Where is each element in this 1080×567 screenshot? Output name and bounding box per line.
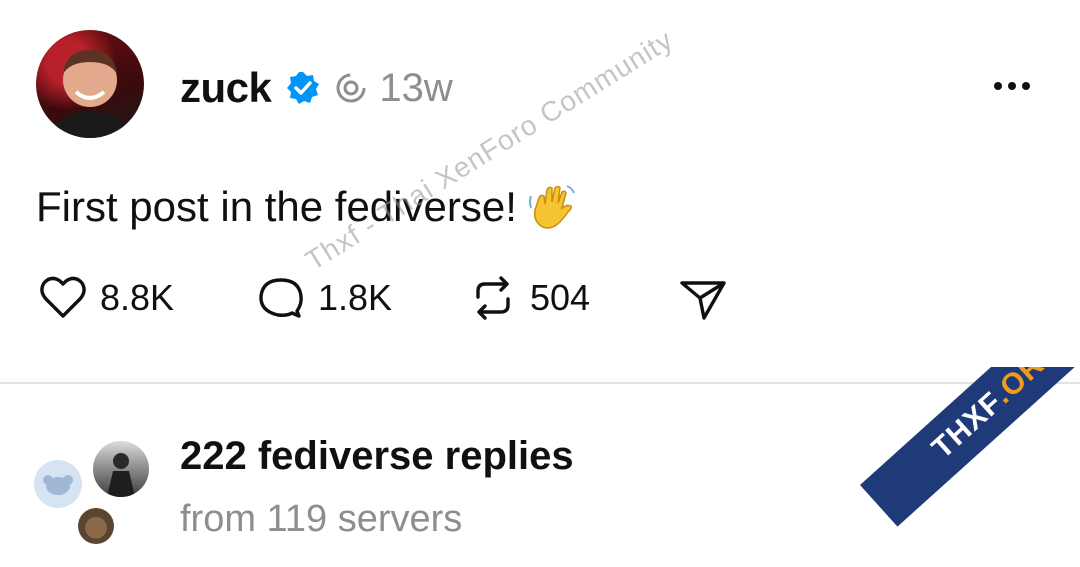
mastodon-avatar-icon [34,460,82,508]
repost-count: 504 [530,277,591,318]
reply-avatars [30,436,156,546]
post-time: 13w [379,65,453,110]
reply-count: 1.8K [318,277,393,318]
post-body: First post in the fediverse! [36,182,577,232]
comment-icon [259,278,303,318]
share-button[interactable] [676,271,730,325]
send-icon [680,281,726,320]
waving-hand-icon [528,185,575,229]
like-button[interactable]: 8.8K [36,271,254,325]
username[interactable]: zuck [180,64,272,112]
more-dot-icon [994,82,1002,90]
user-avatar [90,438,152,500]
post-actions: 8.8K 1.8K 504 [36,270,730,326]
cat-avatar [78,508,114,544]
like-count: 8.8K [100,277,175,318]
profile-photo [50,50,130,138]
repost-button[interactable]: 504 [466,271,676,325]
more-options-button[interactable] [984,72,1040,100]
reply-button[interactable]: 1.8K [254,271,466,325]
brand-ribbon: THXF .ORG [840,367,1080,567]
fediverse-replies-title[interactable]: 222 fediverse replies [180,434,574,479]
post-header: zuck 13w [180,60,453,116]
verified-badge-icon [287,72,320,104]
heart-icon [40,276,86,318]
fediverse-replies-subtitle: from 119 servers [180,498,463,540]
repost-icon [476,276,510,320]
more-dot-icon [1008,82,1016,90]
fediverse-icon [336,73,366,103]
author-avatar[interactable] [36,30,144,138]
more-dot-icon [1022,82,1030,90]
